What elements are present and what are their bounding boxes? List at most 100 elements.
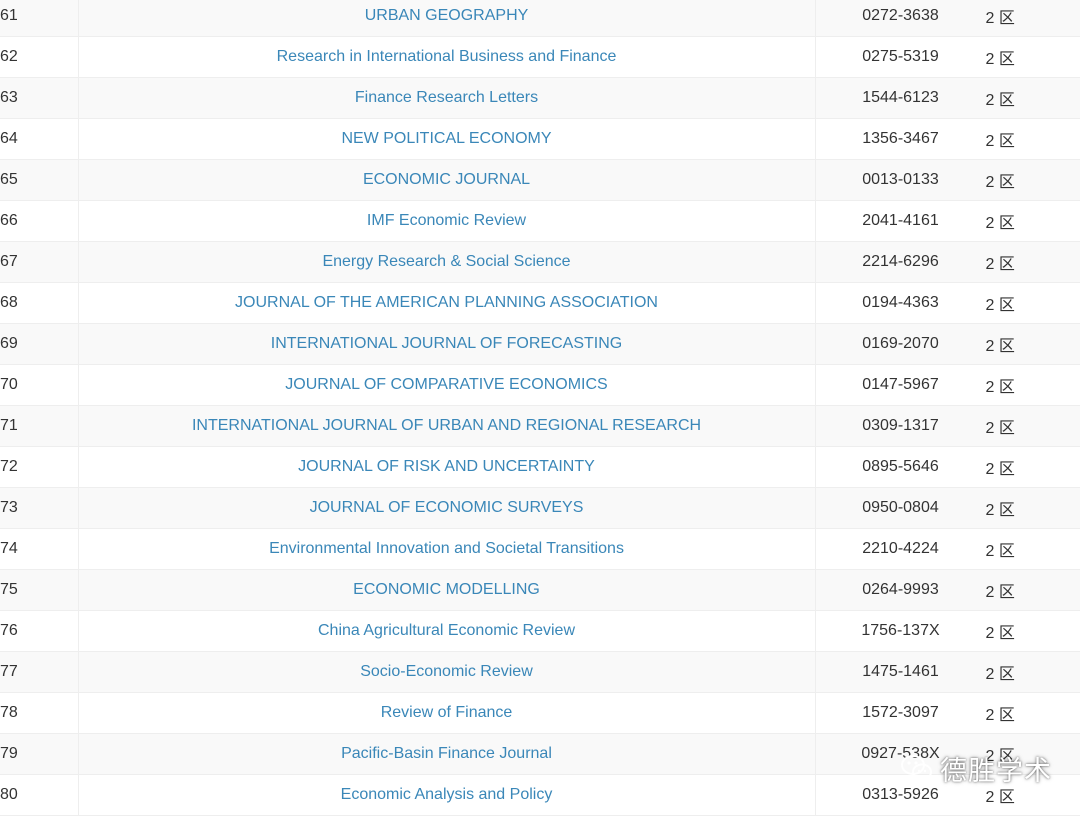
row-number: 67 — [0, 241, 79, 283]
zone-cell: 2 区 — [985, 364, 1080, 406]
zone-cell: 2 区 — [985, 692, 1080, 734]
table-row: 76 China Agricultural Economic Review 1756… — [0, 610, 1080, 652]
journal-title-cell: JOURNAL OF ECONOMIC SURVEYS — [78, 487, 816, 529]
journal-title-cell: Research in International Business and F… — [78, 36, 816, 78]
row-number: 64 — [0, 118, 79, 160]
row-number: 72 — [0, 446, 79, 488]
journal-title-link[interactable]: IMF Economic Review — [367, 212, 526, 229]
journal-title-cell: ECONOMIC MODELLING — [78, 569, 816, 611]
journal-title-link[interactable]: INTERNATIONAL JOURNAL OF URBAN AND REGIO… — [192, 417, 701, 434]
table-row: 71 INTERNATIONAL JOURNAL OF URBAN AND REG… — [0, 405, 1080, 447]
issn-cell: 0147-5967 — [815, 364, 986, 406]
table-row: 62 Research in International Business and… — [0, 36, 1080, 78]
journal-title-link[interactable]: JOURNAL OF RISK AND UNCERTAINTY — [298, 458, 595, 475]
journal-title-link[interactable]: JOURNAL OF THE AMERICAN PLANNING ASSOCIA… — [235, 294, 658, 311]
journal-title-cell: Economic Analysis and Policy — [78, 774, 816, 816]
zone-cell: 2 区 — [985, 282, 1080, 324]
journal-title-link[interactable]: Finance Research Letters — [355, 89, 538, 106]
table-row: 65 ECONOMIC JOURNAL 0013-0133 2 区 — [0, 159, 1080, 201]
zone-cell: 2 区 — [985, 159, 1080, 201]
issn-cell: 1544-6123 — [815, 77, 986, 119]
table-row: 67 Energy Research & Social Science 2214-6… — [0, 241, 1080, 283]
journal-title-link[interactable]: Economic Analysis and Policy — [341, 786, 553, 803]
table-row: 75 ECONOMIC MODELLING 0264-9993 2 区 — [0, 569, 1080, 611]
table-row: 66 IMF Economic Review 2041-4161 2 区 — [0, 200, 1080, 242]
table-row: 79 Pacific-Basin Finance Journal 0927-538X… — [0, 733, 1080, 775]
issn-cell: 0895-5646 — [815, 446, 986, 488]
table-row: 68 JOURNAL OF THE AMERICAN PLANNING ASSOC… — [0, 282, 1080, 324]
table-row: 80 Economic Analysis and Policy 0313-5926 2… — [0, 774, 1080, 816]
journal-title-cell: IMF Economic Review — [78, 200, 816, 242]
journal-title-link[interactable]: Socio-Economic Review — [360, 663, 533, 680]
row-number: 79 — [0, 733, 79, 775]
row-number: 76 — [0, 610, 79, 652]
journal-title-link[interactable]: JOURNAL OF COMPARATIVE ECONOMICS — [285, 376, 607, 393]
row-number: 77 — [0, 651, 79, 693]
journal-title-cell: Socio-Economic Review — [78, 651, 816, 693]
issn-cell: 1756-137X — [815, 610, 986, 652]
row-number: 68 — [0, 282, 79, 324]
journal-title-link[interactable]: Environmental Innovation and Societal Tr… — [269, 540, 624, 557]
zone-cell: 2 区 — [985, 733, 1080, 775]
table-row: 78 Review of Finance 1572-3097 2 区 — [0, 692, 1080, 734]
zone-cell: 2 区 — [985, 241, 1080, 283]
journal-title-link[interactable]: ECONOMIC MODELLING — [353, 581, 540, 598]
journal-title-link[interactable]: Research in International Business and F… — [277, 48, 617, 65]
journal-title-cell: URBAN GEOGRAPHY — [78, 0, 816, 37]
journal-title-cell: INTERNATIONAL JOURNAL OF FORECASTING — [78, 323, 816, 365]
row-number: 65 — [0, 159, 79, 201]
issn-cell: 0169-2070 — [815, 323, 986, 365]
table-row: 63 Finance Research Letters 1544-6123 2 区 — [0, 77, 1080, 119]
journal-title-link[interactable]: Review of Finance — [381, 704, 513, 721]
row-number: 69 — [0, 323, 79, 365]
journal-table: 61 URBAN GEOGRAPHY 0272-3638 2 区 62 Research … — [0, 0, 1080, 816]
row-number: 71 — [0, 405, 79, 447]
issn-cell: 0013-0133 — [815, 159, 986, 201]
journal-title-link[interactable]: JOURNAL OF ECONOMIC SURVEYS — [310, 499, 584, 516]
zone-cell: 2 区 — [985, 528, 1080, 570]
table-row: 70 JOURNAL OF COMPARATIVE ECONOMICS 0147-5… — [0, 364, 1080, 406]
row-number: 73 — [0, 487, 79, 529]
zone-cell: 2 区 — [985, 323, 1080, 365]
zone-cell: 2 区 — [985, 651, 1080, 693]
row-number: 62 — [0, 36, 79, 78]
zone-cell: 2 区 — [985, 569, 1080, 611]
issn-cell: 2214-6296 — [815, 241, 986, 283]
issn-cell: 0272-3638 — [815, 0, 986, 37]
issn-cell: 0309-1317 — [815, 405, 986, 447]
table-row: 77 Socio-Economic Review 1475-1461 2 区 — [0, 651, 1080, 693]
journal-title-cell: Energy Research & Social Science — [78, 241, 816, 283]
issn-cell: 0275-5319 — [815, 36, 986, 78]
zone-cell: 2 区 — [985, 36, 1080, 78]
journal-title-link[interactable]: NEW POLITICAL ECONOMY — [341, 130, 551, 147]
row-number: 66 — [0, 200, 79, 242]
journal-title-link[interactable]: ECONOMIC JOURNAL — [363, 171, 530, 188]
journal-title-link[interactable]: URBAN GEOGRAPHY — [365, 7, 529, 24]
row-number: 78 — [0, 692, 79, 734]
journal-title-link[interactable]: China Agricultural Economic Review — [318, 622, 575, 639]
journal-title-cell: INTERNATIONAL JOURNAL OF URBAN AND REGIO… — [78, 405, 816, 447]
zone-cell: 2 区 — [985, 77, 1080, 119]
table-row: 64 NEW POLITICAL ECONOMY 1356-3467 2 区 — [0, 118, 1080, 160]
journal-title-cell: China Agricultural Economic Review — [78, 610, 816, 652]
journal-title-cell: JOURNAL OF THE AMERICAN PLANNING ASSOCIA… — [78, 282, 816, 324]
table-row: 73 JOURNAL OF ECONOMIC SURVEYS 0950-0804 2 … — [0, 487, 1080, 529]
issn-cell: 1572-3097 — [815, 692, 986, 734]
journal-title-link[interactable]: Pacific-Basin Finance Journal — [341, 745, 552, 762]
zone-cell: 2 区 — [985, 118, 1080, 160]
issn-cell: 1356-3467 — [815, 118, 986, 160]
journal-title-cell: Pacific-Basin Finance Journal — [78, 733, 816, 775]
issn-cell: 0313-5926 — [815, 774, 986, 816]
row-number: 74 — [0, 528, 79, 570]
table-row: 74 Environmental Innovation and Societal … — [0, 528, 1080, 570]
issn-cell: 2210-4224 — [815, 528, 986, 570]
journal-title-link[interactable]: Energy Research & Social Science — [322, 253, 570, 270]
table-row: 72 JOURNAL OF RISK AND UNCERTAINTY 0895-56… — [0, 446, 1080, 488]
journal-title-link[interactable]: INTERNATIONAL JOURNAL OF FORECASTING — [271, 335, 622, 352]
journal-title-cell: Environmental Innovation and Societal Tr… — [78, 528, 816, 570]
issn-cell: 0927-538X — [815, 733, 986, 775]
row-number: 75 — [0, 569, 79, 611]
journal-title-cell: Review of Finance — [78, 692, 816, 734]
zone-cell: 2 区 — [985, 405, 1080, 447]
zone-cell: 2 区 — [985, 610, 1080, 652]
